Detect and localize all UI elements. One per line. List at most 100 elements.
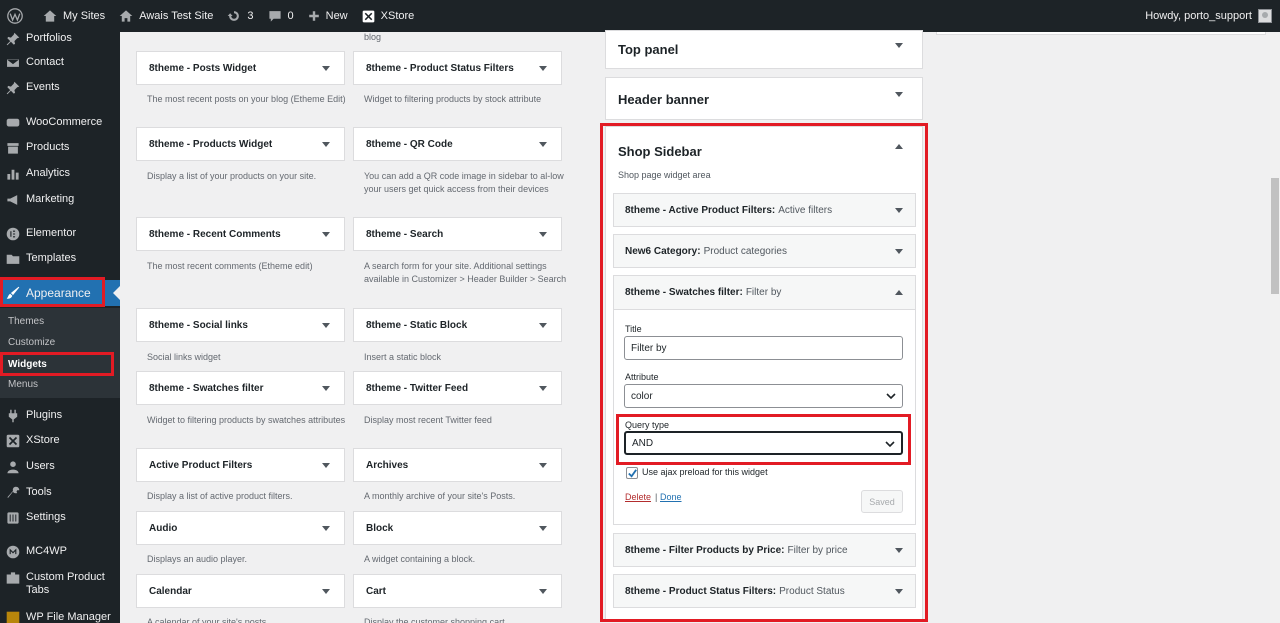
available-widget-card[interactable]: 8theme - Products Widget <box>136 127 345 161</box>
available-widget-card[interactable]: Active Product Filters <box>136 448 345 482</box>
chevron-down-icon[interactable] <box>539 66 547 71</box>
widget-title: 8theme - Social links <box>149 319 248 331</box>
sidebar-header-banner[interactable]: Header banner <box>605 77 923 120</box>
plugin-icon <box>6 409 20 423</box>
available-widget-card[interactable]: 8theme - Twitter Feed <box>353 371 562 405</box>
sidebar-item-settings[interactable]: Settings <box>0 511 120 525</box>
available-widget-card[interactable]: 8theme - Product Status Filters <box>353 51 562 85</box>
chevron-down-icon[interactable] <box>539 142 547 147</box>
widget-title: Active Product Filters <box>149 459 253 471</box>
wordpress-logo-icon[interactable] <box>0 0 36 32</box>
widget-description: Widget to filtering products by stock at… <box>364 94 542 104</box>
chevron-down-icon[interactable] <box>895 43 903 48</box>
sidebar-item-label: Custom Product Tabs <box>26 571 105 596</box>
sidebar-item-label: MC4WP <box>26 545 67 557</box>
updates-link[interactable]: 3 <box>220 0 260 32</box>
my-sites-label: My Sites <box>63 10 106 22</box>
sidebar-item-label: Tools <box>26 486 52 498</box>
highlight-appearance <box>0 277 105 307</box>
available-widget-card[interactable]: Block <box>353 511 562 545</box>
highlight-shop-sidebar <box>600 123 928 622</box>
sidebar-title: Header banner <box>618 92 710 107</box>
mail-icon <box>6 56 20 70</box>
widget-description: Display the customer shopping cart. <box>364 617 508 623</box>
woo-icon <box>6 116 20 130</box>
available-widget-card[interactable]: 8theme - Posts Widget <box>136 51 345 85</box>
sidebar-top-panel[interactable]: Top panel <box>605 30 923 69</box>
chevron-down-icon[interactable] <box>322 526 330 531</box>
home-icon <box>119 10 133 22</box>
new-content-link[interactable]: New <box>301 0 355 32</box>
available-widget-card[interactable]: 8theme - Static Block <box>353 308 562 342</box>
my-sites-link[interactable]: My Sites <box>36 0 112 32</box>
archive-icon <box>6 141 20 155</box>
widget-description: Display a list of your products on your … <box>147 171 317 181</box>
widget-description: The most recent posts on your blog (Ethe… <box>147 94 346 104</box>
sidebar-item-mc4wp[interactable]: MC4WP <box>0 545 120 559</box>
chevron-down-icon[interactable] <box>539 323 547 328</box>
sidebar-item-label: WP File Manager <box>26 611 111 623</box>
sidebar-item-elementor[interactable]: Elementor <box>0 227 120 241</box>
sidebar-item-label: Settings <box>26 511 66 523</box>
sidebar-item-templates[interactable]: Templates <box>0 252 120 266</box>
plus-icon <box>308 11 319 21</box>
chevron-down-icon[interactable] <box>322 589 330 594</box>
submenu-menus[interactable]: Menus <box>8 379 38 390</box>
sidebar-item-label: Templates <box>26 252 77 264</box>
available-widget-card[interactable]: Cart <box>353 574 562 608</box>
chevron-down-icon[interactable] <box>322 386 330 391</box>
xstore-link[interactable]: XStore <box>355 0 422 32</box>
sidebar-item-label: Events <box>26 81 60 93</box>
scroll-thumb[interactable] <box>1271 178 1279 294</box>
chart-icon <box>6 167 20 181</box>
available-widget-card[interactable]: Calendar <box>136 574 345 608</box>
sidebar-item-tools[interactable]: Tools <box>0 486 120 500</box>
sidebar-item-plugins[interactable]: Plugins <box>0 409 120 423</box>
sidebar-item-label: Portfolios <box>26 32 72 44</box>
chevron-down-icon[interactable] <box>322 463 330 468</box>
admin-bar: My Sites Awais Test Site 3 0 New XStore … <box>0 0 1280 32</box>
sidebar-item-contact[interactable]: Contact <box>0 56 120 70</box>
sidebar-item-woocommerce[interactable]: WooCommerce <box>0 116 120 130</box>
sidebar-item-users[interactable]: Users <box>0 460 120 474</box>
comments-link[interactable]: 0 <box>261 0 301 32</box>
sidebar-item-wp-file-manager[interactable]: WP File Manager <box>0 611 120 623</box>
available-widget-card[interactable]: 8theme - Swatches filter <box>136 371 345 405</box>
available-widget-card[interactable]: 8theme - Recent Comments <box>136 217 345 251</box>
chevron-down-icon[interactable] <box>322 323 330 328</box>
chevron-down-icon[interactable] <box>539 589 547 594</box>
available-widget-card[interactable]: Audio <box>136 511 345 545</box>
xstore-label: XStore <box>380 10 415 22</box>
sidebar-item-label: Contact <box>26 56 64 68</box>
sidebar-item-events[interactable]: Events <box>0 81 120 95</box>
submenu-customize[interactable]: Customize <box>8 337 55 348</box>
sidebar-item-portfolios[interactable]: Portfolios <box>0 32 120 46</box>
sidebar-item-xstore[interactable]: XStore <box>0 434 120 448</box>
widget-title: 8theme - Twitter Feed <box>366 382 469 394</box>
chevron-down-icon[interactable] <box>322 232 330 237</box>
account-menu[interactable]: Howdy, porto_support <box>1145 9 1280 23</box>
available-widget-card[interactable]: 8theme - Search <box>353 217 562 251</box>
updates-count: 3 <box>247 10 254 22</box>
widget-description: Social links widget <box>147 352 221 362</box>
sidebar-item-marketing[interactable]: Marketing <box>0 193 120 207</box>
chevron-down-icon[interactable] <box>322 66 330 71</box>
chevron-down-icon[interactable] <box>539 232 547 237</box>
settings-icon <box>6 511 20 525</box>
chevron-down-icon[interactable] <box>895 92 903 97</box>
available-widget-card[interactable]: 8theme - QR Code <box>353 127 562 161</box>
widget-title: 8theme - Swatches filter <box>149 382 264 394</box>
sidebar-item-custom-product-tabs[interactable]: Custom Product Tabs <box>0 571 120 597</box>
sidebar-item-analytics[interactable]: Analytics <box>0 167 120 181</box>
chevron-down-icon[interactable] <box>539 386 547 391</box>
available-widget-card[interactable]: 8theme - Social links <box>136 308 345 342</box>
chevron-down-icon[interactable] <box>539 463 547 468</box>
chevron-down-icon[interactable] <box>322 142 330 147</box>
sidebar-item-label: Users <box>26 460 55 472</box>
available-widget-card[interactable]: Archives <box>353 448 562 482</box>
scrollbar[interactable] <box>1270 32 1280 623</box>
sidebar-item-products[interactable]: Products <box>0 141 120 155</box>
submenu-themes[interactable]: Themes <box>8 316 44 327</box>
site-name-link[interactable]: Awais Test Site <box>112 0 220 32</box>
chevron-down-icon[interactable] <box>539 526 547 531</box>
